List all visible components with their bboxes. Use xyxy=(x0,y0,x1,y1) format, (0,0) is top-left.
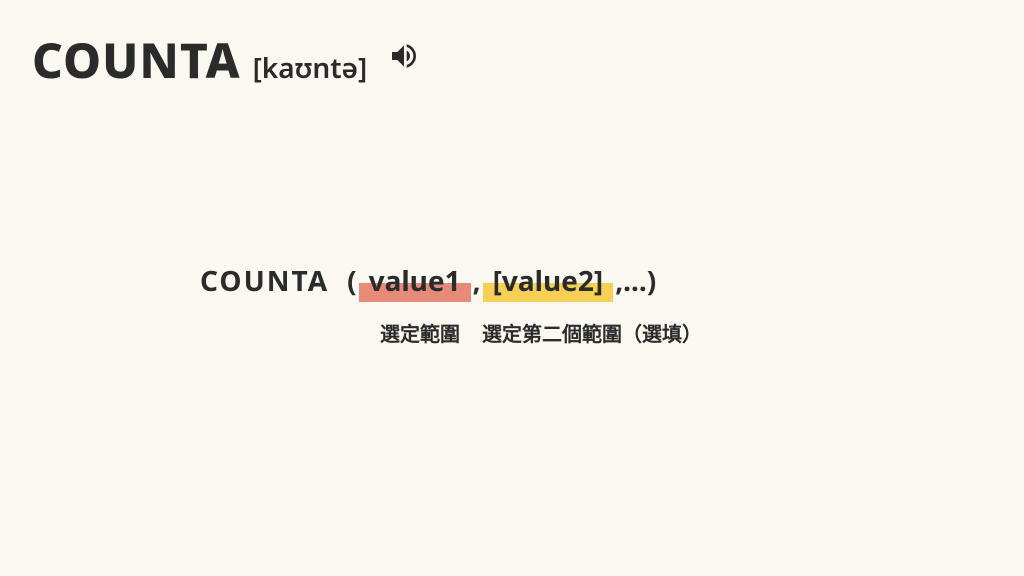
annotation-value2: 選定第二個範圍（選填） xyxy=(482,318,702,347)
phonetic-text: [kaʊntə] xyxy=(253,49,368,87)
formula-syntax: COUNTA ( value1 , [value2] ,...) xyxy=(200,262,964,300)
function-name: COUNTA xyxy=(200,262,329,300)
open-paren: ( xyxy=(347,262,357,300)
comma-1: , xyxy=(473,262,481,300)
header-row: COUNTA [kaʊntə] xyxy=(32,28,367,93)
annotations-row: 選定範圍 選定第二個範圍（選填） xyxy=(380,318,702,347)
rest-params: ,...) xyxy=(615,262,656,300)
param-value2-text: [value2] xyxy=(493,262,604,300)
speaker-icon[interactable] xyxy=(388,40,420,72)
formula-container: COUNTA ( value1 , [value2] ,...) xyxy=(200,262,964,300)
function-title: COUNTA xyxy=(32,28,241,93)
param-value1: value1 xyxy=(365,262,465,300)
annotation-value1: 選定範圍 xyxy=(380,318,460,347)
param-value1-text: value1 xyxy=(369,262,461,300)
param-value2: [value2] xyxy=(489,262,608,300)
